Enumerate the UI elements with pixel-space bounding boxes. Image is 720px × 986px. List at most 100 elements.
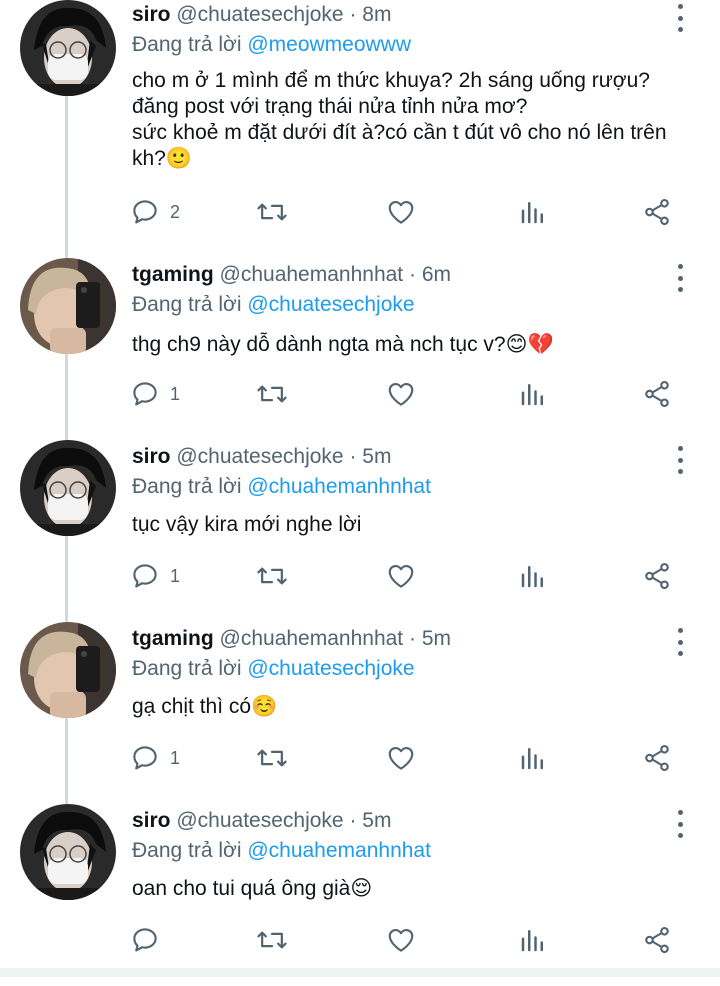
timestamp[interactable]: 5m [362, 809, 391, 832]
reply-icon [133, 928, 157, 952]
tweet[interactable]: tgaming @chuahemanhnhat · 6m Đang trả lờ… [0, 258, 720, 440]
replying-to: Đang trả lời @chuahemanhnhat [132, 838, 431, 864]
share-icon [645, 744, 669, 772]
like-button[interactable] [386, 194, 416, 230]
mention-link[interactable]: @chuahemanhnhat [247, 475, 431, 498]
stats-button[interactable] [518, 376, 548, 412]
avatar-siro[interactable] [20, 804, 116, 900]
avatar-siro[interactable] [20, 0, 116, 96]
mention-link[interactable]: @meowmeowww [247, 33, 411, 56]
tweet[interactable]: siro @chuatesechjoke · 5m Đang trả lời @… [0, 440, 720, 622]
mention-link[interactable]: @chuatesechjoke [247, 657, 414, 680]
handle[interactable]: @chuahemanhnhat [220, 263, 404, 286]
like-icon [388, 382, 414, 406]
tweet-text: cho m ở 1 mình để m thức khuya? 2h sáng … [132, 69, 667, 170]
display-name[interactable]: siro [132, 809, 171, 832]
reply-icon [133, 564, 157, 588]
tweet-header: tgaming @chuahemanhnhat · 6m [132, 262, 451, 288]
tweet-header: siro @chuatesechjoke · 5m [132, 808, 391, 834]
more-options-icon[interactable] [668, 444, 692, 476]
avatar-tgaming[interactable] [20, 258, 116, 354]
avatar-tgaming[interactable] [20, 622, 116, 718]
replying-to-label: Đang trả lời [132, 293, 242, 316]
reply-button[interactable]: 2 [130, 194, 180, 230]
retweet-button[interactable] [256, 740, 288, 776]
tweet[interactable]: siro @chuatesechjoke · 5m Đang trả lời @… [0, 804, 720, 986]
avatar-siro[interactable] [20, 440, 116, 536]
handle[interactable]: @chuatesechjoke [176, 809, 343, 832]
stats-button[interactable] [518, 558, 548, 594]
tweet-header: siro @chuatesechjoke · 5m [132, 444, 391, 470]
handle[interactable]: @chuatesechjoke [176, 3, 343, 26]
reply-button[interactable]: 1 [130, 740, 180, 776]
like-button[interactable] [386, 922, 416, 958]
replying-to-label: Đang trả lời [132, 33, 242, 56]
retweet-icon [257, 385, 287, 403]
reply-button[interactable]: 1 [130, 558, 180, 594]
share-button[interactable] [642, 194, 672, 230]
dot-separator: · [343, 809, 363, 832]
share-button[interactable] [642, 922, 672, 958]
more-options-icon[interactable] [668, 626, 692, 658]
retweet-button[interactable] [256, 376, 288, 412]
dot-separator: · [343, 3, 363, 26]
dot-separator: · [343, 445, 363, 468]
tweet-text: oan cho tui quá ông già😌 [132, 877, 373, 900]
stats-button[interactable] [518, 922, 548, 958]
stats-icon [521, 748, 543, 770]
retweet-button[interactable] [256, 558, 288, 594]
bottom-divider [0, 968, 720, 977]
replying-to-label: Đang trả lời [132, 657, 242, 680]
timestamp[interactable]: 5m [422, 627, 451, 650]
tweet[interactable]: siro @chuatesechjoke · 8m Đang trả lời @… [0, 0, 720, 226]
action-bar: 1 [130, 740, 690, 776]
reply-button[interactable] [130, 922, 170, 958]
tweet-header: tgaming @chuahemanhnhat · 5m [132, 626, 451, 652]
mention-link[interactable]: @chuatesechjoke [247, 293, 414, 316]
display-name[interactable]: siro [132, 3, 171, 26]
stats-button[interactable] [518, 740, 548, 776]
display-name[interactable]: tgaming [132, 263, 214, 286]
tweet-header: siro @chuatesechjoke · 8m [132, 2, 391, 28]
display-name[interactable]: siro [132, 445, 171, 468]
reply-button[interactable]: 1 [130, 376, 180, 412]
timestamp[interactable]: 5m [362, 445, 391, 468]
tweet[interactable]: tgaming @chuahemanhnhat · 5m Đang trả lờ… [0, 622, 720, 804]
mention-link[interactable]: @chuahemanhnhat [247, 839, 431, 862]
replying-to-label: Đang trả lời [132, 475, 242, 498]
replying-to: Đang trả lời @chuahemanhnhat [132, 474, 431, 500]
more-options-icon[interactable] [668, 808, 692, 840]
action-bar [130, 922, 690, 958]
share-button[interactable] [642, 558, 672, 594]
stats-icon [521, 930, 543, 952]
like-button[interactable] [386, 558, 416, 594]
like-button[interactable] [386, 376, 416, 412]
reply-icon [133, 200, 157, 224]
retweet-icon [257, 749, 287, 767]
more-options-icon[interactable] [668, 2, 692, 34]
timestamp[interactable]: 8m [362, 3, 391, 26]
tweet-text: tục vậy kira mới nghe lời [132, 513, 362, 536]
retweet-icon [257, 931, 287, 949]
timestamp[interactable]: 6m [422, 263, 451, 286]
action-bar: 1 [130, 376, 690, 412]
replying-to: Đang trả lời @chuatesechjoke [132, 656, 415, 682]
handle[interactable]: @chuahemanhnhat [220, 627, 404, 650]
stats-button[interactable] [518, 194, 548, 230]
retweet-button[interactable] [256, 922, 288, 958]
reply-icon [133, 746, 157, 770]
like-button[interactable] [386, 740, 416, 776]
retweet-button[interactable] [256, 194, 288, 230]
like-icon [388, 200, 414, 224]
display-name[interactable]: tgaming [132, 627, 214, 650]
reply-count: 1 [170, 565, 181, 586]
share-button[interactable] [642, 376, 672, 412]
action-bar: 2 [130, 194, 690, 230]
stats-icon [521, 384, 543, 406]
like-icon [388, 564, 414, 588]
more-options-icon[interactable] [668, 262, 692, 294]
share-icon [645, 380, 669, 408]
stats-icon [521, 566, 543, 588]
share-button[interactable] [642, 740, 672, 776]
handle[interactable]: @chuatesechjoke [176, 445, 343, 468]
